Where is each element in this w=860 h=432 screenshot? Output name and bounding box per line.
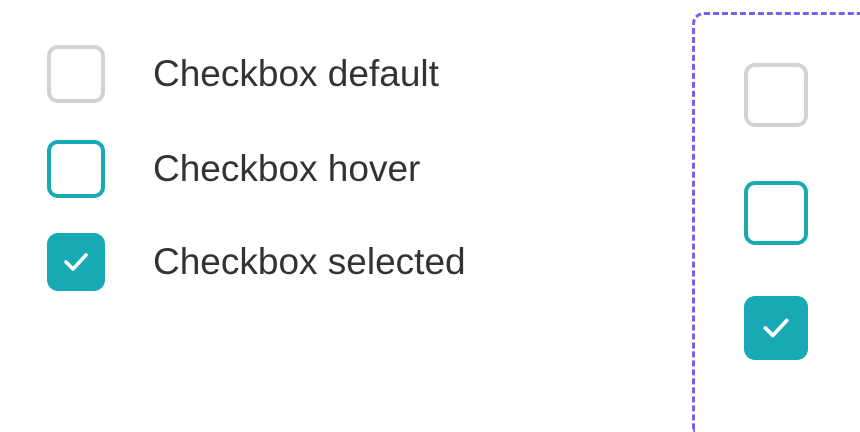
checkbox-selected-row[interactable]: Checkbox selected <box>47 231 466 293</box>
variant-checkbox-hover[interactable] <box>744 181 808 245</box>
checkbox-hover-row[interactable]: Checkbox hover <box>47 138 420 200</box>
checkmark-icon <box>763 318 789 338</box>
checkbox-selected[interactable] <box>47 233 105 291</box>
variant-checkbox-default[interactable] <box>744 63 808 127</box>
variant-checkbox-selected[interactable] <box>744 296 808 360</box>
checkbox-hover[interactable] <box>47 140 105 198</box>
checkbox-selected-label: Checkbox selected <box>153 241 466 282</box>
checkbox-default-row[interactable]: Checkbox default <box>47 43 439 105</box>
checkbox-default-label: Checkbox default <box>153 53 439 94</box>
checkmark-icon <box>64 253 88 271</box>
checkbox-default[interactable] <box>47 45 105 103</box>
checkbox-hover-label: Checkbox hover <box>153 148 421 189</box>
